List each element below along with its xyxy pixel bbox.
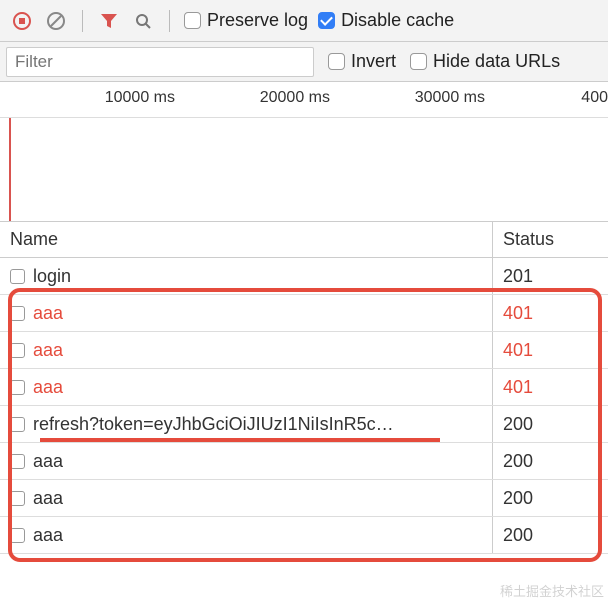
table-row[interactable]: aaa 200	[0, 517, 608, 554]
request-name-cell: aaa	[0, 443, 493, 479]
request-status-cell: 201	[493, 258, 608, 294]
search-icon[interactable]	[131, 9, 155, 33]
filter-icon[interactable]	[97, 9, 121, 33]
clear-icon[interactable]	[44, 9, 68, 33]
row-checkbox[interactable]	[10, 380, 25, 395]
request-name-cell: refresh?token=eyJhbGciOiJIUzI1NiIsInR5c…	[0, 406, 493, 442]
request-status-cell: 200	[493, 480, 608, 516]
request-name: aaa	[33, 340, 63, 361]
request-name: aaa	[33, 525, 63, 546]
disable-cache-checkbox[interactable]	[318, 12, 335, 29]
table-row[interactable]: aaa 200	[0, 443, 608, 480]
table-row[interactable]: aaa 401	[0, 332, 608, 369]
request-table: login201aaa401aaa401aaa401refresh?token=…	[0, 258, 608, 554]
main-toolbar: Preserve log Disable cache	[0, 0, 608, 42]
request-name: aaa	[33, 377, 63, 398]
record-icon[interactable]	[10, 9, 34, 33]
timeline-tick: 400	[581, 89, 608, 107]
row-checkbox[interactable]	[10, 454, 25, 469]
row-checkbox[interactable]	[10, 528, 25, 543]
table-row[interactable]: login 201	[0, 258, 608, 295]
preserve-log-toggle[interactable]: Preserve log	[184, 10, 308, 31]
table-header: Name Status	[0, 222, 608, 258]
table-row[interactable]: aaa 200	[0, 480, 608, 517]
request-name-cell: aaa	[0, 369, 493, 405]
invert-toggle[interactable]: Invert	[328, 51, 396, 72]
disable-cache-toggle[interactable]: Disable cache	[318, 10, 454, 31]
request-name-cell: login	[0, 258, 493, 294]
row-checkbox[interactable]	[10, 306, 25, 321]
request-name-cell: aaa	[0, 480, 493, 516]
preserve-log-label: Preserve log	[207, 10, 308, 31]
filter-bar: Invert Hide data URLs	[0, 42, 608, 82]
column-header-name[interactable]: Name	[0, 222, 493, 257]
invert-checkbox[interactable]	[328, 53, 345, 70]
request-status-cell: 401	[493, 332, 608, 368]
row-checkbox[interactable]	[10, 343, 25, 358]
request-name: login	[33, 266, 71, 287]
invert-label: Invert	[351, 51, 396, 72]
table-row[interactable]: aaa 401	[0, 295, 608, 332]
request-name: aaa	[33, 451, 63, 472]
request-status-cell: 401	[493, 369, 608, 405]
hide-data-urls-label: Hide data URLs	[433, 51, 560, 72]
column-header-status[interactable]: Status	[493, 222, 608, 257]
request-name: aaa	[33, 488, 63, 509]
preserve-log-checkbox[interactable]	[184, 12, 201, 29]
row-checkbox[interactable]	[10, 269, 25, 284]
toolbar-divider	[169, 10, 170, 32]
row-checkbox[interactable]	[10, 491, 25, 506]
timeline-tick: 20000 ms	[260, 89, 330, 107]
request-status-cell: 401	[493, 295, 608, 331]
request-name-cell: aaa	[0, 517, 493, 553]
filter-input[interactable]	[6, 47, 314, 77]
request-name-cell: aaa	[0, 295, 493, 331]
hide-data-urls-toggle[interactable]: Hide data URLs	[410, 51, 560, 72]
request-status-cell: 200	[493, 443, 608, 479]
table-row[interactable]: refresh?token=eyJhbGciOiJIUzI1NiIsInR5c……	[0, 406, 608, 443]
request-name: refresh?token=eyJhbGciOiJIUzI1NiIsInR5c…	[33, 414, 394, 435]
request-status-cell: 200	[493, 517, 608, 553]
hide-data-urls-checkbox[interactable]	[410, 53, 427, 70]
timeline-tick: 30000 ms	[415, 89, 485, 107]
disable-cache-label: Disable cache	[341, 10, 454, 31]
toolbar-divider	[82, 10, 83, 32]
request-name: aaa	[33, 303, 63, 324]
timeline-ruler[interactable]: 10000 ms 20000 ms 30000 ms 400	[0, 82, 608, 118]
timeline-tick: 10000 ms	[105, 89, 175, 107]
timeline-overview[interactable]	[0, 118, 608, 222]
request-status-cell: 200	[493, 406, 608, 442]
row-checkbox[interactable]	[10, 417, 25, 432]
watermark: 稀土掘金技术社区	[500, 581, 604, 600]
request-name-cell: aaa	[0, 332, 493, 368]
table-row[interactable]: aaa 401	[0, 369, 608, 406]
